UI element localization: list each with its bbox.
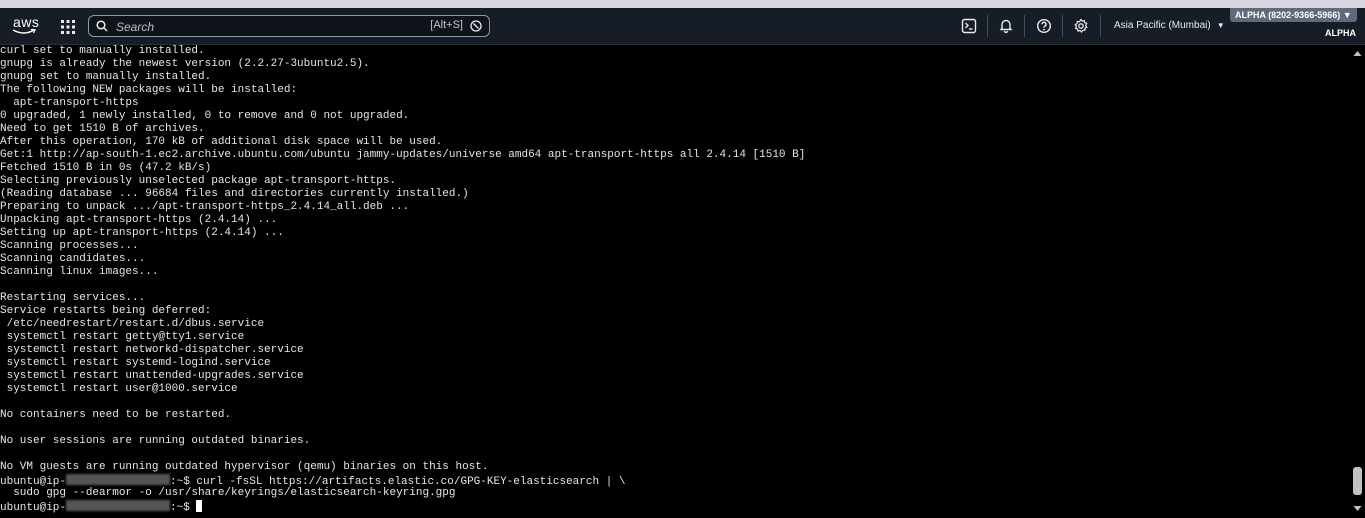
- aws-logo[interactable]: aws: [12, 14, 40, 38]
- aws-smile-icon: [12, 29, 36, 34]
- terminal-continuation-line: sudo gpg --dearmor -o /usr/share/keyring…: [0, 487, 456, 499]
- help-icon[interactable]: [1036, 18, 1052, 34]
- search-shortcut: [Alt+S]: [430, 19, 463, 31]
- scrollbar-thumb[interactable]: [1353, 467, 1362, 495]
- account-badge[interactable]: ALPHA (8202-9366-5966) ▼: [1230, 8, 1357, 22]
- terminal-output: curl set to manually installed. gnupg is…: [0, 45, 806, 473]
- browser-top-strip: [0, 0, 1365, 8]
- redacted-hostname: [66, 474, 171, 485]
- search-bar[interactable]: [Alt+S]: [88, 15, 490, 37]
- prompt-suffix: :~$: [170, 502, 197, 514]
- services-grid-icon[interactable]: [61, 20, 75, 34]
- nav-separator: [1100, 15, 1101, 37]
- scroll-down-icon[interactable]: [1353, 505, 1362, 512]
- nav-separator: [1062, 15, 1063, 37]
- bell-icon[interactable]: [998, 18, 1014, 34]
- redacted-hostname: [66, 500, 171, 511]
- gear-icon[interactable]: [1073, 18, 1089, 34]
- terminal-active-prompt[interactable]: ubuntu@ip- :~$: [0, 500, 1350, 514]
- scroll-up-icon[interactable]: [1353, 50, 1362, 57]
- account-label: ALPHA: [1325, 28, 1356, 38]
- region-label: Asia Pacific (Mumbai): [1114, 20, 1211, 31]
- prompt-user: ubuntu@ip-: [0, 502, 67, 514]
- search-clear-icon[interactable]: [470, 20, 482, 32]
- terminal[interactable]: curl set to manually installed. gnupg is…: [0, 45, 1350, 518]
- nav-separator: [987, 15, 988, 37]
- terminal-prompt-line: ubuntu@ip-:~$ curl -fsSL https://artifac…: [0, 474, 1350, 488]
- search-icon: [96, 20, 108, 32]
- aws-logo-text: aws: [13, 14, 40, 30]
- region-selector[interactable]: Asia Pacific (Mumbai) ▼: [1114, 20, 1225, 31]
- chevron-down-icon: ▼: [1216, 21, 1225, 30]
- search-input[interactable]: [114, 18, 378, 36]
- cloudshell-icon[interactable]: [961, 18, 977, 34]
- terminal-cursor: [196, 500, 203, 512]
- aws-console-nav: aws [Alt+S]: [0, 8, 1365, 45]
- terminal-scrollbar[interactable]: [1350, 45, 1365, 518]
- nav-separator: [1024, 15, 1025, 37]
